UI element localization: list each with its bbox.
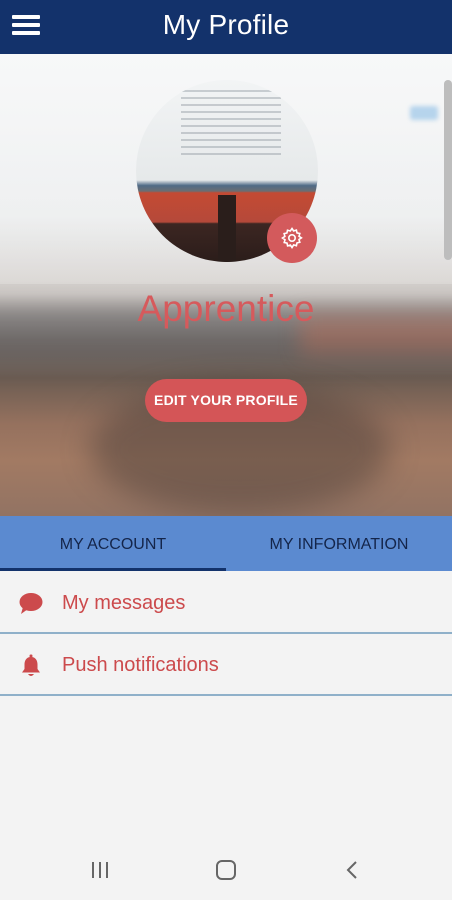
tab-my-information[interactable]: MY INFORMATION bbox=[226, 516, 452, 571]
profile-header: Apprentice EDIT YOUR PROFILE bbox=[0, 54, 452, 516]
tab-indicator bbox=[0, 568, 226, 571]
page-title: My Profile bbox=[162, 9, 290, 40]
tab-my-account[interactable]: MY ACCOUNT bbox=[0, 516, 226, 571]
system-navigation-bar bbox=[0, 840, 452, 900]
username: Apprentice bbox=[137, 288, 315, 329]
scrollbar[interactable] bbox=[444, 80, 452, 260]
top-app-bar: My Profile bbox=[0, 0, 452, 54]
bell-icon bbox=[18, 653, 44, 679]
list-item-label: My messages bbox=[62, 592, 186, 614]
chat-bubble-icon bbox=[18, 591, 44, 617]
back-icon[interactable] bbox=[338, 856, 368, 884]
list-item-my-messages[interactable]: My messages bbox=[0, 572, 452, 634]
gear-icon[interactable] bbox=[267, 213, 317, 263]
home-icon[interactable] bbox=[211, 856, 241, 884]
tab-bar: MY ACCOUNT MY INFORMATION bbox=[0, 516, 452, 571]
recent-apps-icon[interactable] bbox=[86, 856, 116, 884]
edit-profile-button[interactable]: EDIT YOUR PROFILE bbox=[145, 379, 307, 422]
list-item-push-notifications[interactable]: Push notifications bbox=[0, 634, 452, 696]
list-item-label: Push notifications bbox=[62, 654, 219, 676]
